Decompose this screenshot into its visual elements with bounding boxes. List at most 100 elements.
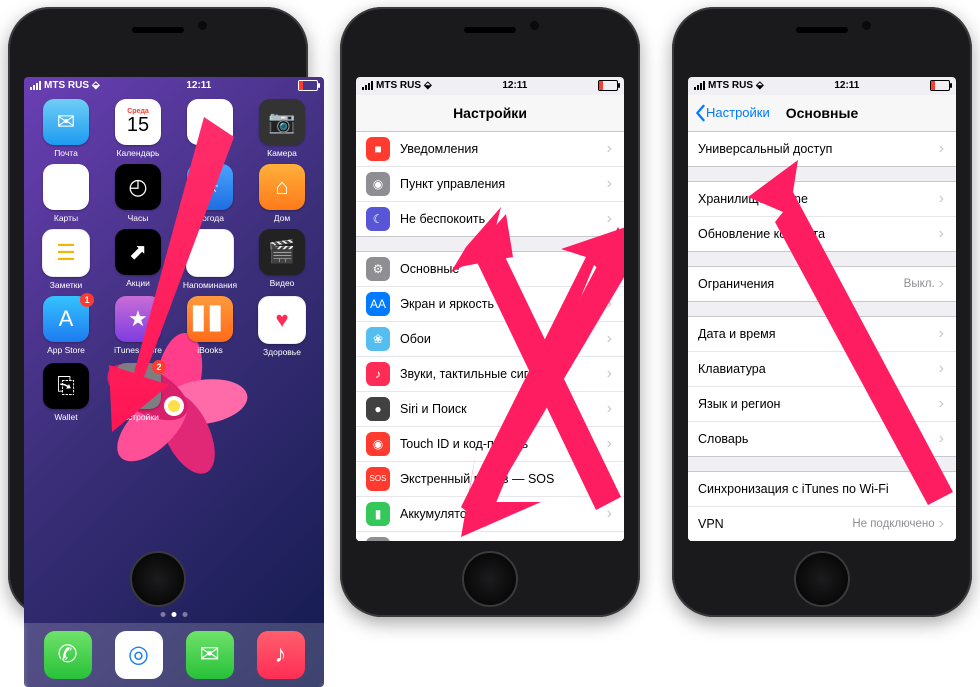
chevron-right-icon: › <box>939 361 944 377</box>
app-wallet[interactable]: ⎘Wallet <box>32 363 100 422</box>
nav-title: Основные <box>786 105 859 121</box>
row-Звуки, тактильные сигналы[interactable]: ♪Звуки, тактильные сигналы› <box>356 357 624 392</box>
nav-bar: Настройки Основные <box>688 95 956 132</box>
wifi-icon: ⬙ <box>92 80 100 91</box>
app-заметки[interactable]: ☰Заметки <box>32 229 100 290</box>
row-Аккумулятор[interactable]: ▮Аккумулятор› <box>356 497 624 532</box>
chevron-right-icon: › <box>607 261 612 277</box>
app-часы[interactable]: ◴Часы <box>104 164 172 223</box>
app-itunes store[interactable]: ★iTunes Store <box>104 296 172 357</box>
dock-phone[interactable]: ✆ <box>44 631 92 679</box>
row-icon: ☾ <box>366 207 390 231</box>
row-icon: ▮ <box>366 502 390 526</box>
back-button[interactable]: Настройки <box>694 104 770 122</box>
row-Уведомления[interactable]: ■Уведомления› <box>356 132 624 167</box>
app-камера[interactable]: 📷Камера <box>248 99 316 158</box>
general-list: Универсальный доступ›Хранилище iPhone›Об… <box>688 132 956 541</box>
row-icon: ❀ <box>366 327 390 351</box>
app-акции[interactable]: ⬈Акции <box>104 229 172 290</box>
home-button[interactable] <box>462 551 518 607</box>
row-Хранилище iPhone[interactable]: Хранилище iPhone› <box>688 182 956 217</box>
row-icon: ✋ <box>366 537 390 541</box>
chevron-right-icon: › <box>939 516 944 532</box>
chevron-right-icon: › <box>607 176 612 192</box>
chevron-right-icon: › <box>939 191 944 207</box>
app-карты[interactable]: ➤Карты <box>32 164 100 223</box>
chevron-right-icon: › <box>939 396 944 412</box>
page-dots[interactable] <box>161 612 188 617</box>
dock-music[interactable]: ♪ <box>257 631 305 679</box>
badge: 2 <box>152 360 166 374</box>
wifi-icon: ⬙ <box>424 80 432 91</box>
row-detail: Выкл. <box>904 278 935 290</box>
app-фото[interactable]: ❀Фото <box>176 99 244 158</box>
row-label: Пункт управления <box>400 177 607 191</box>
row-Экстренный вызов — SOS[interactable]: SOSЭкстренный вызов — SOS› <box>356 462 624 497</box>
row-label: Siri и Поиск <box>400 402 607 416</box>
row-Экран и яркость[interactable]: AAЭкран и яркость› <box>356 287 624 322</box>
carrier-label: MTS RUS <box>708 80 753 91</box>
status-bar: MTS RUS⬙ 12:11 <box>24 77 324 95</box>
row-icon: AA <box>366 292 390 316</box>
row-Touch ID и код-пароль[interactable]: ◉Touch ID и код-пароль› <box>356 427 624 462</box>
row-Словарь[interactable]: Словарь› <box>688 422 956 456</box>
app-app store[interactable]: AApp Store1 <box>32 296 100 357</box>
status-bar: MTS RUS⬙ 12:11 <box>356 77 624 95</box>
row-Клавиатура[interactable]: Клавиатура› <box>688 352 956 387</box>
row-icon: ♪ <box>366 362 390 386</box>
app-ibooks[interactable]: ▋▋iBooks <box>176 296 244 357</box>
row-label: Экстренный вызов — SOS <box>400 472 607 486</box>
chevron-right-icon: › <box>607 141 612 157</box>
row-Siri и Поиск[interactable]: ●Siri и Поиск› <box>356 392 624 427</box>
row-icon: ◉ <box>366 432 390 456</box>
row-Язык и регион[interactable]: Язык и регион› <box>688 387 956 422</box>
row-label: Дата и время <box>698 327 939 341</box>
row-Пункт управления[interactable]: ◉Пункт управления› <box>356 167 624 202</box>
app-дом[interactable]: ⌂Дом <box>248 164 316 223</box>
wifi-icon: ⬙ <box>756 80 764 91</box>
row-Обновление контента[interactable]: Обновление контента› <box>688 217 956 251</box>
iphone-settings-general: MTS RUS⬙ 12:11 Настройки Основные Универ… <box>672 7 972 617</box>
row-icon: ⚙︎ <box>366 257 390 281</box>
row-label: Звуки, тактильные сигналы <box>400 367 607 381</box>
chevron-right-icon: › <box>939 481 944 497</box>
battery-icon <box>598 80 618 91</box>
row-Конфиденциальность[interactable]: ✋Конфиденциальность› <box>356 532 624 541</box>
dock: ✆ ◎ ✉︎ ♪ <box>24 623 324 687</box>
badge: 1 <box>80 293 94 307</box>
row-Синхронизация с iTunes по Wi-Fi[interactable]: Синхронизация с iTunes по Wi-Fi› <box>688 472 956 507</box>
general-screen: MTS RUS⬙ 12:11 Настройки Основные Универ… <box>688 77 956 541</box>
dock-safari[interactable]: ◎ <box>115 631 163 679</box>
row-Ограничения[interactable]: ОграниченияВыкл.› <box>688 267 956 301</box>
app-видео[interactable]: 🎬Видео <box>248 229 316 290</box>
row-Дата и время[interactable]: Дата и время› <box>688 317 956 352</box>
row-Обои[interactable]: ❀Обои› <box>356 322 624 357</box>
row-label: Основные <box>400 262 607 276</box>
back-label: Настройки <box>706 105 770 120</box>
clock-label: 12:11 <box>186 80 211 91</box>
app-настройки[interactable]: ⚙︎Настройки2 <box>104 363 172 422</box>
iphone-home: MTS RUS⬙ 12:11 ✉︎ПочтаСреда15Календарь❀Ф… <box>8 7 308 617</box>
chevron-right-icon: › <box>607 436 612 452</box>
row-Универсальный доступ[interactable]: Универсальный доступ› <box>688 132 956 166</box>
chevron-right-icon: › <box>939 226 944 242</box>
app-погода[interactable]: ☀︎Погода <box>176 164 244 223</box>
home-button[interactable] <box>794 551 850 607</box>
signal-icon <box>30 81 41 90</box>
chevron-right-icon: › <box>607 471 612 487</box>
row-VPN[interactable]: VPNНе подключено› <box>688 507 956 541</box>
app-здоровье[interactable]: ♥Здоровье <box>248 296 316 357</box>
chevron-right-icon: › <box>607 296 612 312</box>
home-button[interactable] <box>130 551 186 607</box>
app-напоминания[interactable]: ☰Напоминания <box>176 229 244 290</box>
battery-icon <box>298 80 318 91</box>
app-календарь[interactable]: Среда15Календарь <box>104 99 172 158</box>
dock-messages[interactable]: ✉︎ <box>186 631 234 679</box>
row-label: Не беспокоить <box>400 212 607 226</box>
app-почта[interactable]: ✉︎Почта <box>32 99 100 158</box>
row-Основные[interactable]: ⚙︎ Основные› <box>356 252 624 287</box>
row-Не беспокоить[interactable]: ☾Не беспокоить› <box>356 202 624 236</box>
row-icon: ■ <box>366 137 390 161</box>
row-label: Словарь <box>698 432 939 446</box>
row-label: Обновление контента <box>698 227 939 241</box>
